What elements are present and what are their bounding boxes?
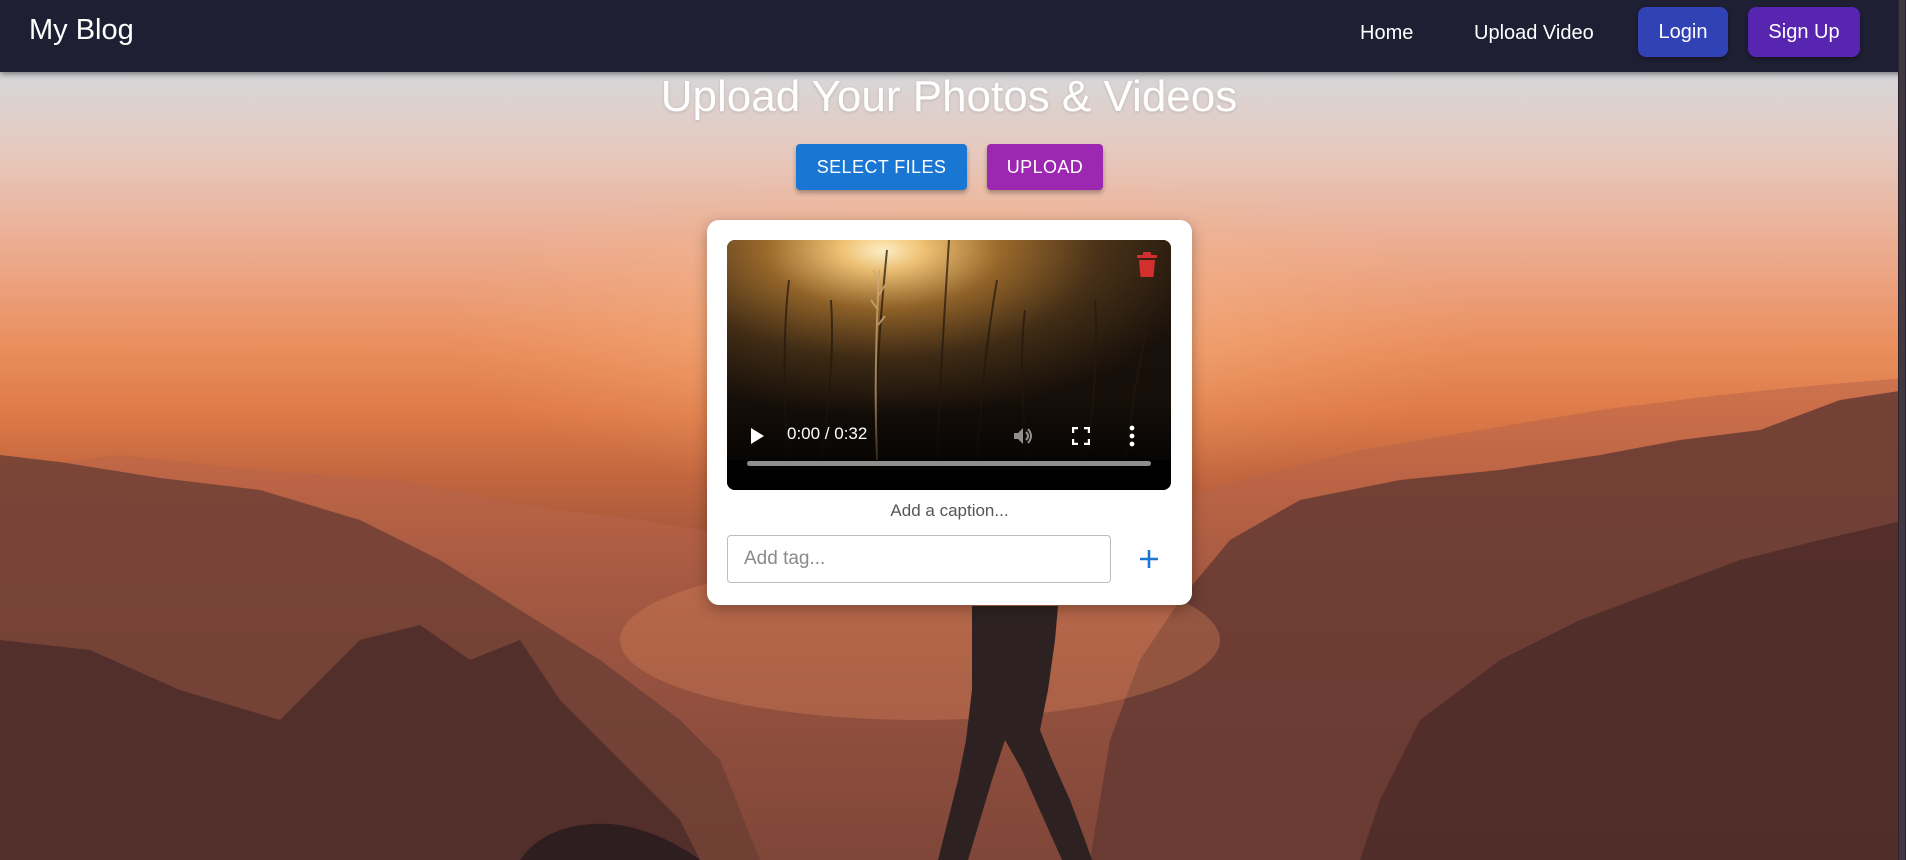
video-time: 0:00 / 0:32 bbox=[787, 424, 868, 443]
nav-link-upload-video[interactable]: Upload Video bbox=[1474, 22, 1594, 45]
plus-icon bbox=[1140, 550, 1158, 568]
brand-logo[interactable]: My Blog bbox=[29, 14, 134, 47]
page-title: Upload Your Photos & Videos bbox=[660, 72, 1238, 121]
tag-input[interactable] bbox=[727, 535, 1111, 583]
more-vert-icon[interactable] bbox=[1129, 425, 1135, 447]
nav-link-home[interactable]: Home bbox=[1360, 22, 1413, 45]
upload-button[interactable]: UPLOAD bbox=[987, 144, 1103, 190]
page-scrollbar[interactable] bbox=[1898, 0, 1906, 860]
play-icon[interactable] bbox=[749, 427, 765, 445]
video-progress-bar[interactable] bbox=[747, 461, 1151, 466]
scrollbar-thumb[interactable] bbox=[1899, 0, 1905, 860]
volume-icon[interactable] bbox=[1013, 426, 1035, 446]
login-button[interactable]: Login bbox=[1638, 7, 1728, 57]
trash-icon[interactable] bbox=[1136, 252, 1158, 278]
media-card: 0:00 / 0:32 Add a caption... bbox=[707, 220, 1192, 605]
add-tag-button[interactable] bbox=[1125, 535, 1173, 583]
fullscreen-icon[interactable] bbox=[1072, 427, 1090, 445]
caption-field[interactable]: Add a caption... bbox=[707, 501, 1192, 521]
select-files-button[interactable]: SELECT FILES bbox=[796, 144, 967, 190]
signup-button[interactable]: Sign Up bbox=[1748, 7, 1860, 57]
video-player[interactable]: 0:00 / 0:32 bbox=[727, 240, 1171, 490]
top-navbar: My Blog Home Upload Video Login Sign Up bbox=[0, 0, 1906, 72]
